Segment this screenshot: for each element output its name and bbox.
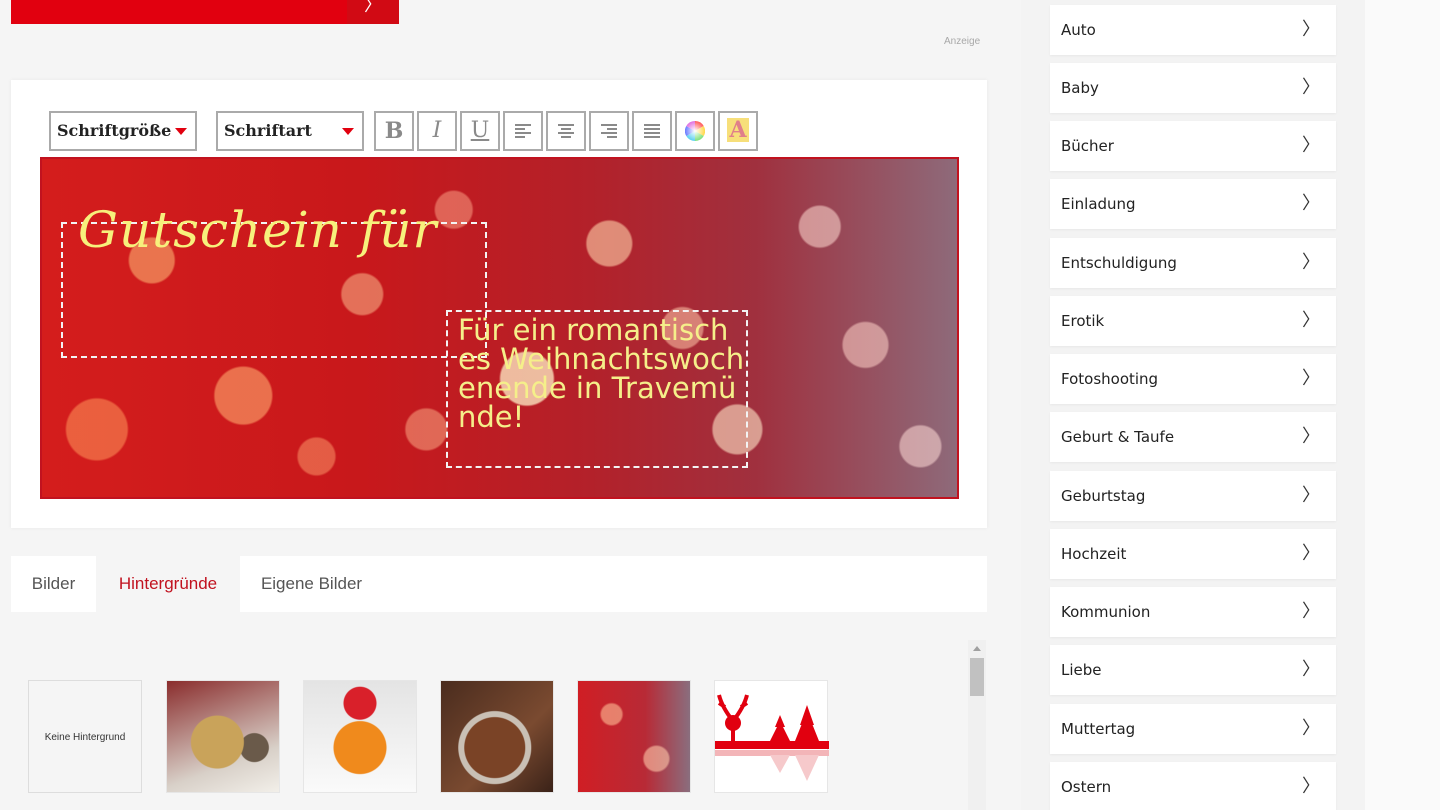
voucher-title[interactable]: Gutschein für (78, 201, 437, 259)
category-liebe[interactable]: Liebe 〉 (1050, 645, 1336, 695)
background-thumb-reindeer[interactable] (714, 680, 829, 793)
category-label: Entschuldigung (1061, 254, 1177, 272)
chevron-right-icon: 〉 (1302, 659, 1320, 680)
category-ostern[interactable]: Ostern 〉 (1050, 762, 1336, 810)
top-banner[interactable]: 〉 (11, 0, 399, 24)
category-einladung[interactable]: Einladung 〉 (1050, 179, 1336, 229)
scroll-thumb[interactable] (970, 658, 984, 696)
chevron-right-icon: 〉 (1302, 776, 1320, 797)
category-sidebar: Auto 〉 Baby 〉 Bücher 〉 Einladung 〉 Entschuld… (1021, 0, 1365, 810)
caret-down-icon (175, 128, 187, 135)
voucher-body-text[interactable]: Für ein romantisches Weihnachtswochenend… (458, 316, 746, 432)
category-label: Geburt & Taufe (1061, 428, 1175, 446)
category-label: Erotik (1061, 312, 1105, 330)
underline-button[interactable]: U (460, 111, 500, 151)
category-label: Muttertag (1061, 720, 1136, 738)
font-size-label: Schriftgröße (57, 121, 172, 140)
caret-down-icon (342, 128, 354, 135)
align-right-icon (601, 124, 617, 138)
bold-button[interactable]: B (374, 111, 414, 151)
voucher-editor: Schriftgröße Schriftart B I U A Gutschei… (11, 80, 987, 528)
background-thumb-gift[interactable] (166, 680, 280, 793)
voucher-canvas[interactable]: Gutschein für Für ein romantisches Weihn… (40, 157, 959, 499)
no-background-option[interactable]: Keine Hintergrund (28, 680, 142, 793)
category-kommunion[interactable]: Kommunion 〉 (1050, 587, 1336, 637)
chevron-right-icon: 〉 (1302, 426, 1320, 447)
thumbnail-scrollbar[interactable] (968, 640, 986, 810)
highlight-icon: A (727, 117, 749, 143)
category-muttertag[interactable]: Muttertag 〉 (1050, 704, 1336, 754)
category-label: Liebe (1061, 661, 1102, 679)
background-thumb-snowman[interactable] (303, 680, 417, 793)
chevron-right-icon: 〉 (1302, 485, 1320, 506)
category-geburt-taufe[interactable]: Geburt & Taufe 〉 (1050, 412, 1336, 462)
font-size-select[interactable]: Schriftgröße (49, 111, 197, 151)
font-family-label: Schriftart (224, 121, 312, 140)
image-tabs: Bilder Hintergründe Eigene Bilder (11, 556, 987, 612)
color-wheel-icon (685, 121, 705, 141)
align-right-button[interactable] (589, 111, 629, 151)
category-erotik[interactable]: Erotik 〉 (1050, 296, 1336, 346)
align-left-icon (515, 124, 531, 138)
chevron-right-icon: 〉 (1302, 601, 1320, 622)
category-fotoshooting[interactable]: Fotoshooting 〉 (1050, 354, 1336, 404)
ad-label: Anzeige (944, 36, 981, 47)
reindeer-trees-icon (715, 694, 829, 781)
category-label: Kommunion (1061, 603, 1151, 621)
chevron-right-icon: 〉 (347, 0, 399, 24)
page-margin (1365, 0, 1440, 810)
chevron-right-icon: 〉 (1302, 252, 1320, 273)
category-label: Auto (1061, 21, 1096, 39)
chevron-right-icon: 〉 (1302, 193, 1320, 214)
background-thumbnails: Keine Hintergrund (11, 640, 987, 810)
chevron-right-icon: 〉 (1302, 543, 1320, 564)
align-center-button[interactable] (546, 111, 586, 151)
chevron-right-icon: 〉 (1302, 135, 1320, 156)
category-label: Geburtstag (1061, 487, 1146, 505)
text-color-button[interactable] (675, 111, 715, 151)
category-baby[interactable]: Baby 〉 (1050, 63, 1336, 113)
background-thumb-red-bokeh[interactable] (577, 680, 691, 793)
category-label: Fotoshooting (1061, 370, 1159, 388)
align-center-icon (558, 124, 574, 138)
category-label: Hochzeit (1061, 545, 1127, 563)
chevron-right-icon: 〉 (1302, 368, 1320, 389)
category-entschuldigung[interactable]: Entschuldigung 〉 (1050, 238, 1336, 288)
category-auto[interactable]: Auto 〉 (1050, 5, 1336, 55)
category-label: Einladung (1061, 195, 1136, 213)
justify-icon (644, 124, 660, 138)
category-label: Baby (1061, 79, 1099, 97)
category-hochzeit[interactable]: Hochzeit 〉 (1050, 529, 1336, 579)
chevron-right-icon: 〉 (1302, 77, 1320, 98)
highlight-color-button[interactable]: A (718, 111, 758, 151)
tab-eigene-bilder[interactable]: Eigene Bilder (240, 556, 383, 612)
align-left-button[interactable] (503, 111, 543, 151)
background-thumb-cocoa[interactable] (440, 680, 554, 793)
chevron-right-icon: 〉 (1302, 19, 1320, 40)
chevron-right-icon: 〉 (1302, 718, 1320, 739)
font-family-select[interactable]: Schriftart (216, 111, 364, 151)
italic-button[interactable]: I (417, 111, 457, 151)
tab-hintergruende[interactable]: Hintergründe (96, 556, 240, 612)
scroll-up-icon[interactable] (973, 646, 981, 651)
category-buecher[interactable]: Bücher 〉 (1050, 121, 1336, 171)
tab-bilder[interactable]: Bilder (11, 556, 96, 612)
category-label: Ostern (1061, 778, 1112, 796)
justify-button[interactable] (632, 111, 672, 151)
category-geburtstag[interactable]: Geburtstag 〉 (1050, 471, 1336, 521)
chevron-right-icon: 〉 (1302, 310, 1320, 331)
category-label: Bücher (1061, 137, 1114, 155)
